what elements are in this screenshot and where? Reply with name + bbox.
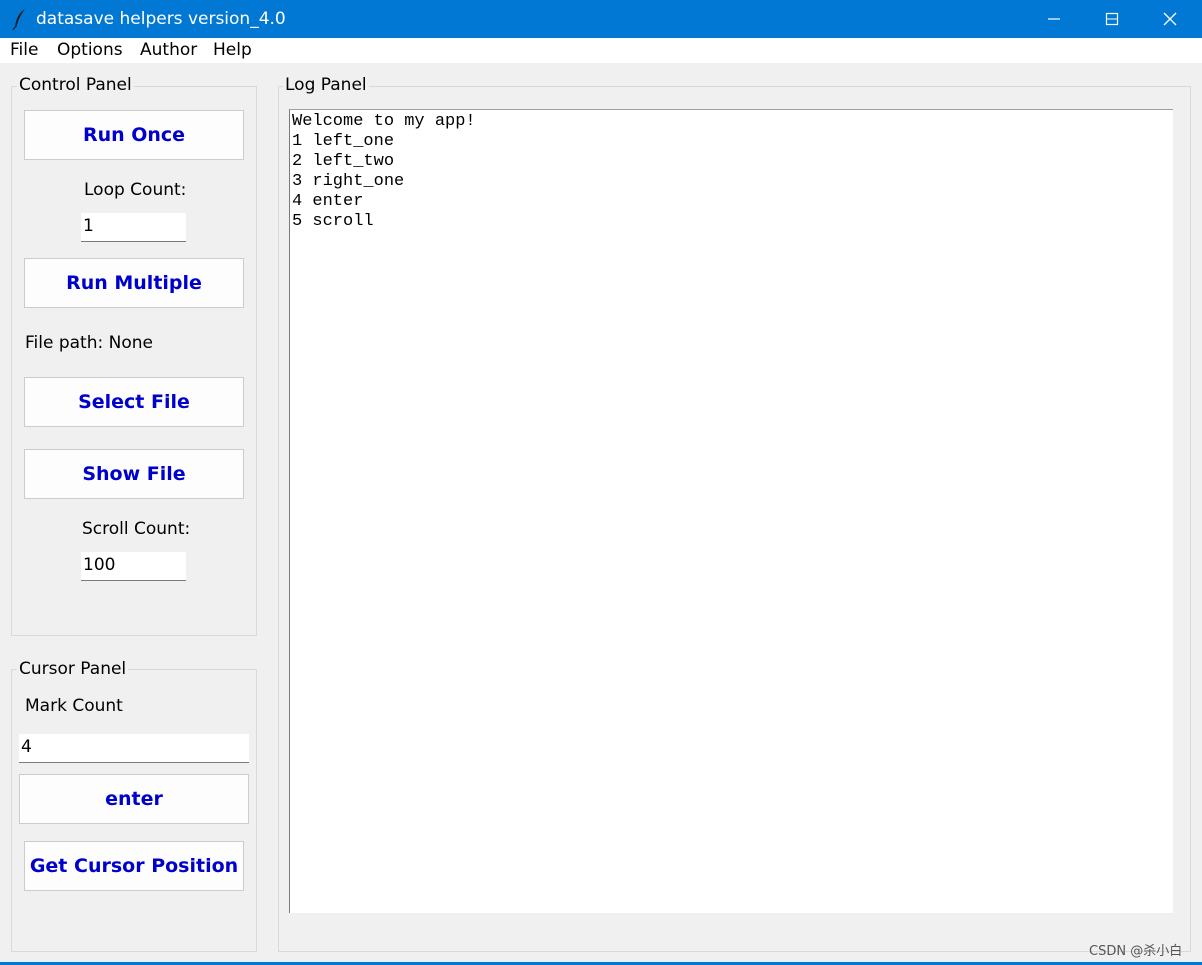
close-icon [1163, 12, 1177, 26]
run-multiple-button[interactable]: Run Multiple [24, 258, 244, 308]
log-line: 4 enter [292, 192, 364, 211]
log-panel-label: Log Panel [283, 75, 369, 95]
menu-options[interactable]: Options [57, 40, 123, 60]
log-line: 2 left_two [292, 152, 395, 171]
maximize-button[interactable] [1083, 0, 1141, 38]
scroll-count-label: Scroll Count: [82, 519, 191, 539]
title-bar[interactable]: datasave helpers version_4.0 [0, 0, 1202, 38]
loop-count-label: Loop Count: [84, 180, 187, 200]
log-line: 5 scroll [292, 212, 374, 231]
log-textarea[interactable]: Welcome to my app! 1 left_one 2 left_two… [289, 109, 1173, 913]
run-once-button[interactable]: Run Once [24, 110, 244, 160]
select-file-button[interactable]: Select File [24, 377, 244, 427]
mark-count-input[interactable]: 4 [19, 734, 249, 763]
watermark: CSDN @杀小白 [1089, 944, 1183, 959]
menu-author[interactable]: Author [140, 40, 197, 60]
show-file-button[interactable]: Show File [24, 449, 244, 499]
control-panel-label: Control Panel [17, 75, 134, 95]
feather-icon [12, 9, 25, 30]
log-line: 3 right_one [292, 172, 405, 191]
enter-button[interactable]: enter [19, 774, 249, 824]
minimize-icon [1048, 18, 1060, 20]
menu-file[interactable]: File [10, 40, 38, 60]
minimize-button[interactable] [1025, 0, 1083, 38]
cursor-panel-label: Cursor Panel [17, 659, 129, 679]
mark-count-label: Mark Count [25, 696, 123, 716]
close-button[interactable] [1141, 0, 1199, 38]
get-cursor-position-button[interactable]: Get Cursor Position [24, 841, 244, 891]
window-title: datasave helpers version_4.0 [36, 9, 286, 29]
maximize-icon [1105, 12, 1119, 26]
log-line: Welcome to my app! [292, 112, 476, 131]
menu-help[interactable]: Help [213, 40, 252, 60]
loop-count-input[interactable]: 1 [81, 213, 186, 242]
file-path-label: File path: None [25, 333, 153, 353]
log-line: 1 left_one [292, 132, 395, 151]
scroll-count-input[interactable]: 100 [81, 552, 186, 581]
menu-bar: File Options Author Help [0, 38, 1202, 63]
